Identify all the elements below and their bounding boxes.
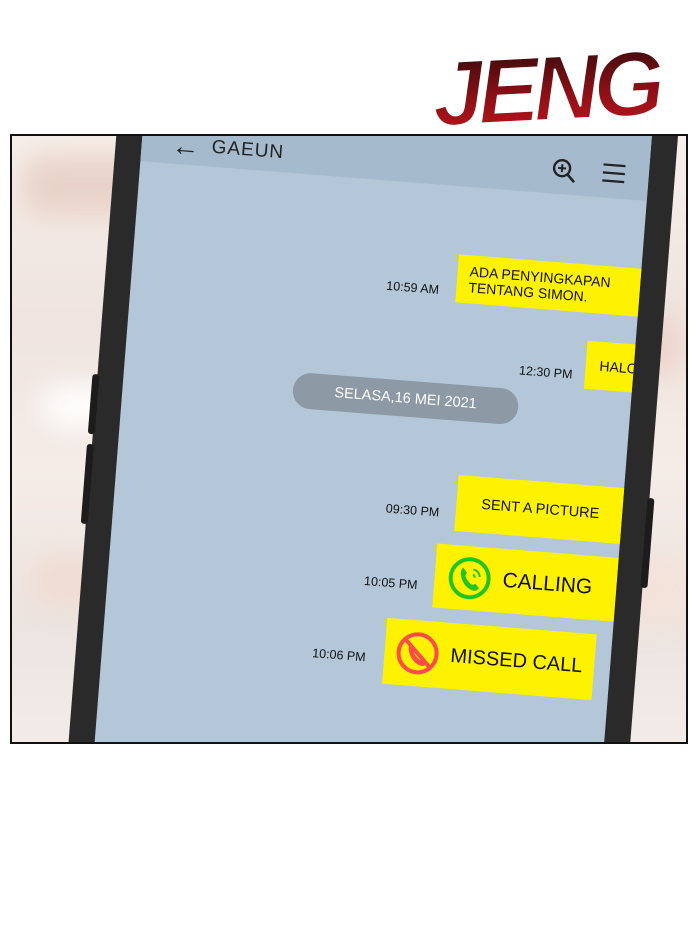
message-time: 12:30 PM <box>518 363 574 382</box>
message-time: 09:30 PM <box>385 501 440 520</box>
sfx-text: JENG <box>430 32 665 142</box>
phone-call-icon <box>448 557 491 600</box>
menu-icon[interactable] <box>600 160 628 186</box>
message-text: MISSED CALL <box>449 644 584 678</box>
comic-panel: ← GAEUN 1 10:59 AM ADA PENYINGKAPAN TENT… <box>10 134 688 744</box>
message-text: SENT A PICTURE <box>480 496 600 523</box>
message-bubble[interactable]: CALLING <box>432 543 619 622</box>
chat-screen: ← GAEUN 1 10:59 AM ADA PENYINGKAPAN TENT… <box>81 136 655 742</box>
date-separator: SELASA,16 MEI 2021 <box>291 371 520 426</box>
contact-name: GAEUN <box>210 136 285 164</box>
message-time: 10:06 PM <box>311 646 367 665</box>
message-time: 10:05 PM <box>363 573 419 593</box>
message-bubble[interactable]: ADA PENYINGKAPAN TENTANG SIMON. <box>455 254 655 320</box>
message-bubble[interactable]: MISSED CALL <box>382 617 597 701</box>
message-text: CALLING <box>501 568 594 599</box>
chat-header: ← GAEUN <box>140 136 655 201</box>
date-separator-text: SELASA,16 MEI 2021 <box>333 385 478 413</box>
missed-call-icon <box>396 632 439 675</box>
sfx-jeng: JENG <box>429 31 666 142</box>
smartphone: ← GAEUN 1 10:59 AM ADA PENYINGKAPAN TENT… <box>54 136 682 742</box>
search-icon[interactable] <box>550 156 578 184</box>
message-time: 10:59 AM <box>385 278 440 297</box>
back-arrow-icon[interactable]: ← <box>170 136 201 164</box>
message-bubble[interactable]: SENT A PICTURE <box>454 475 627 545</box>
